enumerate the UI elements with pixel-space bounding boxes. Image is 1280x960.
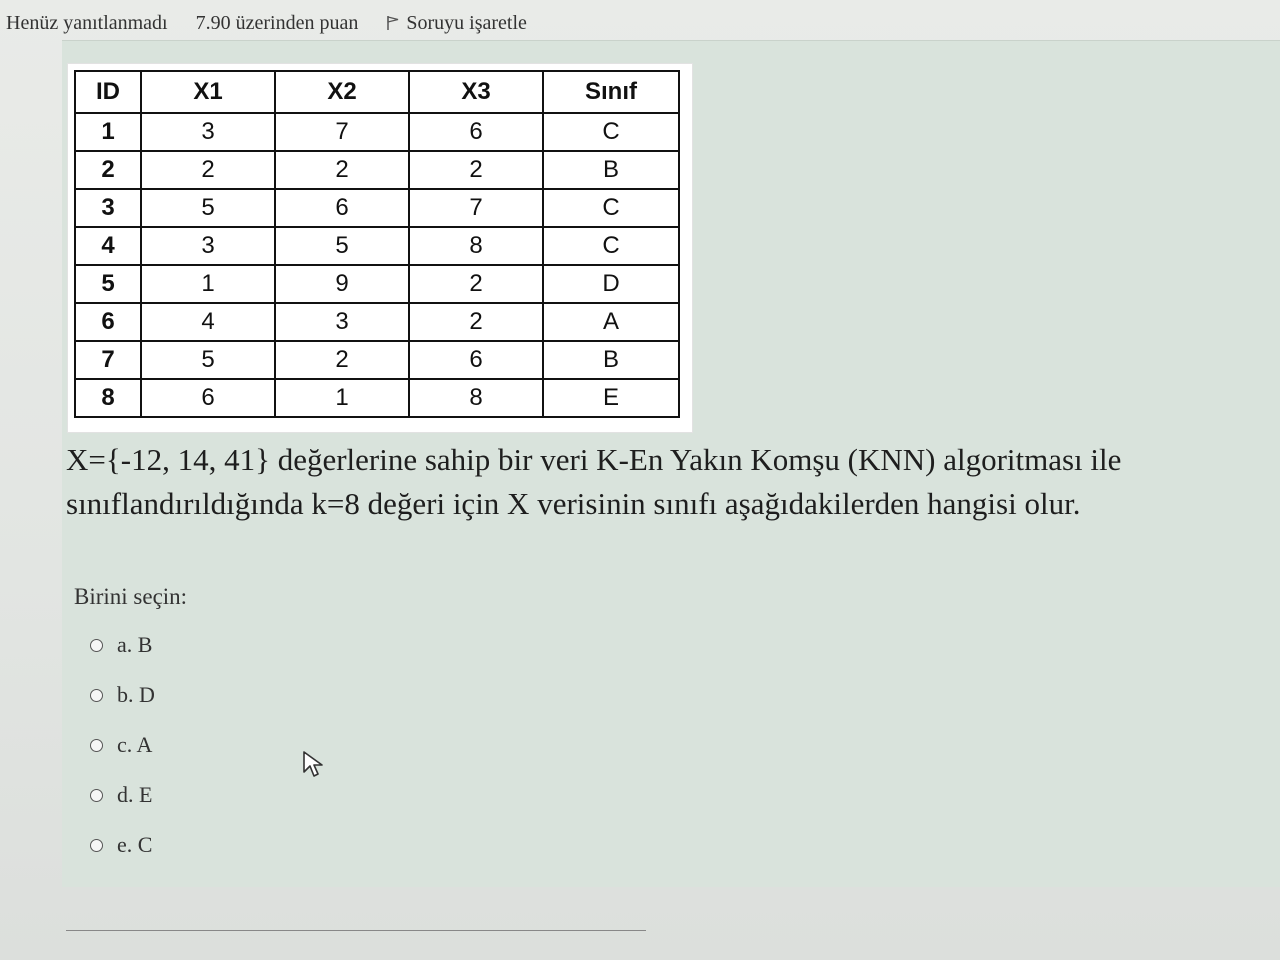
answer-option-label: c. A [117, 732, 153, 757]
answer-option-a[interactable]: a. B [90, 620, 155, 670]
cell-id: 2 [74, 150, 142, 190]
cell-x3: 7 [408, 188, 544, 228]
table-row: 5 1 9 2 D [74, 264, 680, 304]
radio-unchecked-icon[interactable] [90, 838, 103, 852]
question-line-2: sınıflandırıldığında k=8 değeri için X v… [66, 486, 1081, 521]
cell-class: C [542, 112, 680, 152]
table-row: 1 3 7 6 C [74, 112, 680, 152]
answer-option-d[interactable]: d. E [90, 770, 155, 820]
cell-x2: 1 [274, 378, 410, 418]
header-x2: X2 [274, 70, 410, 114]
cell-x1: 5 [140, 340, 276, 380]
flag-icon [387, 16, 399, 30]
cell-x2: 9 [274, 264, 410, 304]
flag-question-link[interactable]: Soruyu işaretle [386, 12, 527, 35]
cell-x1: 3 [140, 112, 276, 152]
table-row: 7 5 2 6 B [74, 340, 680, 380]
cell-class: B [542, 340, 680, 380]
answer-option-label: a. B [117, 632, 153, 657]
answer-option-label: e. C [117, 832, 153, 857]
cell-x3: 6 [408, 112, 544, 152]
header-id: ID [74, 70, 142, 114]
cell-x3: 6 [408, 340, 544, 380]
cell-id: 8 [74, 378, 142, 418]
table-header-row: ID X1 X2 X3 Sınıf [74, 70, 680, 114]
cell-x2: 2 [274, 340, 410, 380]
mouse-pointer-icon [303, 751, 323, 777]
points-label: 7.90 üzerinden puan [195, 11, 359, 34]
cell-x3: 8 [408, 378, 544, 418]
radio-unchecked-icon[interactable] [90, 788, 103, 802]
question-text: X={-12, 14, 41} değerlerine sahip bir ve… [66, 438, 1276, 526]
cell-x1: 2 [140, 150, 276, 190]
cell-x1: 6 [140, 378, 276, 418]
radio-unchecked-icon[interactable] [90, 738, 103, 752]
cell-x3: 8 [408, 226, 544, 266]
answer-option-label: d. E [117, 782, 153, 807]
cell-class: A [542, 302, 680, 342]
radio-unchecked-icon[interactable] [90, 688, 103, 702]
data-table-image: ID X1 X2 X3 Sınıf 1 3 7 6 C 2 2 2 2 B 3 … [68, 64, 692, 432]
choose-one-prompt: Birini seçin: [74, 584, 188, 609]
cell-x2: 6 [274, 188, 410, 228]
cell-class: E [542, 378, 680, 418]
flag-question-label: Soruyu işaretle [406, 11, 527, 34]
cell-x1: 3 [140, 226, 276, 266]
answer-option-e[interactable]: e. C [90, 820, 155, 870]
cell-x1: 4 [140, 302, 276, 342]
data-table: ID X1 X2 X3 Sınıf 1 3 7 6 C 2 2 2 2 B 3 … [74, 70, 680, 418]
header-class: Sınıf [542, 70, 680, 114]
table-row: 8 6 1 8 E [74, 378, 680, 418]
cell-id: 7 [74, 340, 142, 380]
cell-x3: 2 [408, 150, 544, 190]
answer-options: a. B b. D c. A d. E e. C [90, 620, 155, 870]
cell-class: B [542, 150, 680, 190]
question-line-1: X={-12, 14, 41} değerlerine sahip bir ve… [66, 442, 1122, 477]
cell-class: C [542, 188, 680, 228]
table-row: 6 4 3 2 A [74, 302, 680, 342]
cell-class: C [542, 226, 680, 266]
header-x3: X3 [408, 70, 544, 114]
cell-class: D [542, 264, 680, 304]
cell-x2: 2 [274, 150, 410, 190]
table-row: 4 3 5 8 C [74, 226, 680, 266]
table-row: 2 2 2 2 B [74, 150, 680, 190]
cell-id: 5 [74, 264, 142, 304]
cell-x3: 2 [408, 302, 544, 342]
cell-id: 4 [74, 226, 142, 266]
answer-option-label: b. D [117, 682, 155, 707]
cell-x1: 5 [140, 188, 276, 228]
header-x1: X1 [140, 70, 276, 114]
cell-x2: 3 [274, 302, 410, 342]
cell-x3: 2 [408, 264, 544, 304]
divider [66, 930, 646, 931]
cell-id: 6 [74, 302, 142, 342]
cell-x2: 5 [274, 226, 410, 266]
answer-option-c[interactable]: c. A [90, 720, 155, 770]
cell-id: 1 [74, 112, 142, 152]
answer-state: Henüz yanıtlanmadı [6, 11, 168, 34]
cell-id: 3 [74, 188, 142, 228]
answer-option-b[interactable]: b. D [90, 670, 155, 720]
cell-x1: 1 [140, 264, 276, 304]
cell-x2: 7 [274, 112, 410, 152]
table-row: 3 5 6 7 C [74, 188, 680, 228]
question-info-bar: Henüz yanıtlanmadı 7.90 üzerinden puan S… [6, 6, 527, 40]
radio-unchecked-icon[interactable] [90, 638, 103, 652]
